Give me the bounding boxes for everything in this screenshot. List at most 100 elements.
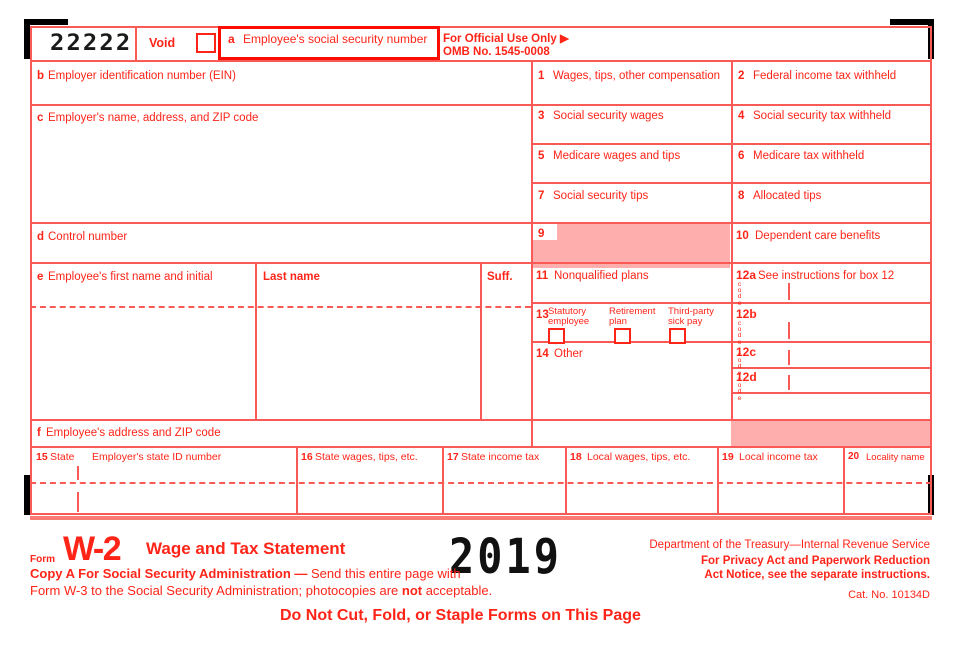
box-2-input[interactable] <box>736 84 926 102</box>
box-9-number: 9 <box>538 228 545 240</box>
box-5-number: 5 <box>538 150 545 162</box>
box-12b-number: 12b <box>736 307 757 321</box>
employer-state-id-label: Employer's state ID number <box>92 451 222 463</box>
divider-e-lastname <box>255 262 257 419</box>
box-16-number: 16 <box>301 451 313 463</box>
box-b-label: Employer identification number (EIN) <box>48 70 236 82</box>
do-not-cut-notice: Do Not Cut, Fold, or Staple Forms on Thi… <box>280 607 641 624</box>
box-10-input[interactable] <box>736 243 926 260</box>
box-2-label: Federal income tax withheld <box>753 70 897 82</box>
box-4-number: 4 <box>738 110 745 122</box>
box-10-label: Dependent care benefits <box>755 230 881 242</box>
box-13-retirement-line2: plan <box>609 316 627 327</box>
box-3-number: 3 <box>538 110 545 122</box>
box-12b-code-divider <box>788 322 790 339</box>
w2-form: 22222 Void a Employee's social security … <box>0 0 957 657</box>
bottom-strip-shading <box>30 516 932 520</box>
box-17-row1-input[interactable] <box>447 464 560 480</box>
box-a-label: Employee's social security number <box>243 32 428 46</box>
box-16-row1-input[interactable] <box>301 464 437 480</box>
void-checkbox[interactable] <box>196 33 216 53</box>
box-f-right-shading <box>731 419 932 446</box>
box-5-input[interactable] <box>536 163 726 181</box>
box-6-input[interactable] <box>736 163 926 181</box>
divider-ctrl-void <box>135 26 137 60</box>
box-14-input[interactable] <box>536 362 726 416</box>
box-4-input[interactable] <box>736 123 926 141</box>
rule-above-e <box>30 262 531 264</box>
box-20-number: 20 <box>848 451 860 462</box>
box-d-input[interactable] <box>35 244 525 259</box>
box-10-number: 10 <box>736 230 749 242</box>
void-label: Void <box>149 36 176 50</box>
retirement-plan-checkbox[interactable] <box>614 328 631 344</box>
box-e-last-name-input[interactable] <box>260 286 475 304</box>
official-use-line2: OMB No. 1545-0008 <box>443 46 550 58</box>
box-7-input[interactable] <box>536 203 726 221</box>
box-3-input[interactable] <box>536 123 726 141</box>
box-19-number: 19 <box>722 451 734 463</box>
box-17-number: 17 <box>447 451 459 463</box>
rule-under-14-12c <box>731 367 932 369</box>
box-11-label: Nonqualified plans <box>554 270 649 282</box>
box-11-input[interactable] <box>536 283 726 300</box>
box-c-letter: c <box>37 112 44 124</box>
box-15-state-row1-input[interactable] <box>35 464 291 480</box>
box-18-row2-input[interactable] <box>570 490 712 510</box>
box-15-state-row2-input[interactable] <box>35 490 291 510</box>
box-e-first-name-input[interactable] <box>35 286 250 304</box>
divider-16-17 <box>442 446 444 513</box>
employee-name-dashed-rule <box>30 306 531 308</box>
box-20-row1-input[interactable] <box>848 464 926 480</box>
box-19-row1-input[interactable] <box>722 464 838 480</box>
rule-under-f <box>30 446 932 448</box>
box-1-input[interactable] <box>536 84 726 102</box>
box-f-input[interactable] <box>35 400 525 417</box>
box-e-suffix-input[interactable] <box>485 286 527 304</box>
box-14-label: Other <box>554 348 583 360</box>
box-12a-label: See instructions for box 12 <box>758 270 895 282</box>
statutory-employee-checkbox[interactable] <box>548 328 565 344</box>
box-d-letter: d <box>37 231 45 243</box>
box-e-label: Employee's first name and initial <box>48 271 213 283</box>
rule-under-state-hdr <box>30 513 932 515</box>
footer-copy-a-line2-bold: not <box>401 583 423 598</box>
box-17-row2-input[interactable] <box>447 490 560 510</box>
box-a-input[interactable] <box>222 46 436 58</box>
box-12d-code-divider <box>788 375 790 390</box>
rule-above-f <box>30 419 932 421</box>
box-18-row1-input[interactable] <box>570 464 712 480</box>
box-d-label: Control number <box>48 231 128 243</box>
footer-copy-a-line1: Copy A For Social Security Administratio… <box>30 566 461 581</box>
box-20-row2-input[interactable] <box>848 490 926 510</box>
box-12d-input[interactable] <box>792 375 926 390</box>
box-12b-code-label: c o d e <box>736 320 743 346</box>
box-18-label: Local wages, tips, etc. <box>587 451 691 463</box>
footer-copy-a-line2: Form W-3 to the Social Security Administ… <box>30 583 492 598</box>
code-letter-e: e <box>737 394 742 402</box>
box-12a-input[interactable] <box>792 283 926 300</box>
footer-privacy-line1: For Privacy Act and Paperwork Reduction <box>701 555 930 567</box>
box-16-label: State wages, tips, etc. <box>315 451 418 463</box>
box-6-number: 6 <box>738 150 745 162</box>
box-13-number: 13 <box>536 309 549 321</box>
box-7-label: Social security tips <box>553 190 649 202</box>
footer-form-title: Wage and Tax Statement <box>146 539 346 558</box>
box-16-row2-input[interactable] <box>301 490 437 510</box>
code-letter-e: e <box>737 299 742 307</box>
footer-cat-no: Cat. No. 10134D <box>848 589 930 601</box>
box-8-input[interactable] <box>736 203 926 221</box>
divider-left-right-col <box>531 60 533 446</box>
box-b-input[interactable] <box>35 84 525 102</box>
box-a-letter: a <box>228 32 235 46</box>
box-1-number: 1 <box>538 70 545 82</box>
box-12c-code-divider <box>788 350 790 365</box>
box-19-row2-input[interactable] <box>722 490 838 510</box>
box-c-input[interactable] <box>35 126 525 218</box>
box-12c-input[interactable] <box>792 350 926 365</box>
registration-mark-top-left-h <box>24 19 68 25</box>
box-14-number: 14 <box>536 348 549 360</box>
third-party-sick-pay-checkbox[interactable] <box>669 328 686 344</box>
box-c-label: Employer's name, address, and ZIP code <box>48 112 259 124</box>
box-12b-input[interactable] <box>792 322 926 339</box>
